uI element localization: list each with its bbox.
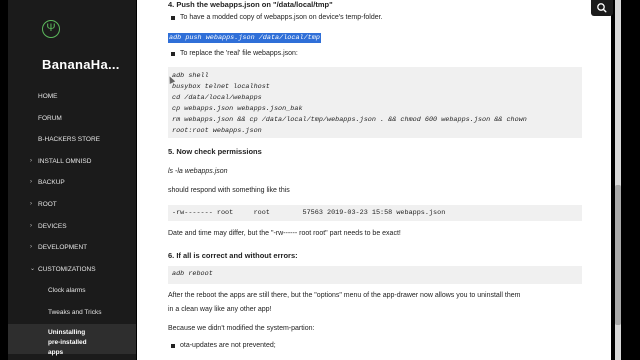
- chevron-right-icon: ›: [30, 244, 32, 251]
- step6-text-1: After the reboot the apps are still ther…: [168, 292, 521, 299]
- sidebar-item-label: FORUM: [38, 114, 62, 122]
- step5-heading: 5. Now check permissions: [168, 147, 262, 156]
- logo-icon[interactable]: Ψ: [42, 20, 60, 38]
- step5-command: ls -la webapps.json: [168, 168, 228, 175]
- chevron-right-icon: ›: [30, 200, 32, 207]
- site-brand[interactable]: BananaHa...: [42, 57, 120, 72]
- sidebar-item-label: DEVICES: [38, 222, 67, 230]
- sidebar-item-home[interactable]: HOME: [8, 86, 136, 108]
- sidebar-item-label: INSTALL OMNISD: [38, 157, 92, 165]
- article-content: 4. Push the webapps.json on "/data/local…: [137, 0, 611, 360]
- chevron-down-icon: ⌄: [30, 265, 36, 272]
- code-block-ls[interactable]: -rw------- root root 57563 2019-03-23 15…: [168, 205, 582, 221]
- step4-bullet-1: To have a modded copy of webapps.json on…: [171, 14, 383, 21]
- sidebar-subitem-uninstalling-active[interactable]: Uninstalling pre-installed apps: [8, 323, 136, 356]
- step5-note: Date and time may differ, but the "-rw--…: [168, 230, 401, 237]
- sidebar-item-label: B-HACKERS STORE: [38, 136, 101, 144]
- sidebar-item-label: CUSTOMIZATIONS: [38, 265, 96, 273]
- scrollbar-thumb[interactable]: [615, 185, 621, 325]
- bullet-text: To replace the 'real' file webapps.json:: [180, 50, 298, 57]
- step6-bullet-1: ota-updates are not prevented;: [171, 342, 276, 349]
- code-block-shell[interactable]: adb shell busybox telnet localhost cd /d…: [168, 67, 582, 138]
- chevron-right-icon: ›: [30, 157, 32, 164]
- bullet-text: ota-updates are not prevented;: [180, 342, 276, 349]
- sidebar-item-label: BACKUP: [38, 179, 65, 187]
- step6-text-3: Because we didn't modified the system-pa…: [168, 325, 315, 332]
- sidebar-subitem-tweaks[interactable]: Tweaks and Tricks: [8, 302, 136, 324]
- chevron-right-icon: ›: [30, 222, 32, 229]
- sidebar-item-development[interactable]: › DEVELOPMENT: [8, 237, 136, 259]
- step5-text: should respond with something like this: [168, 187, 290, 194]
- sidebar-item-forum[interactable]: FORUM: [8, 108, 136, 130]
- step4-bullet-2: To replace the 'real' file webapps.json:: [171, 50, 298, 57]
- chevron-right-icon: ›: [30, 179, 32, 186]
- sidebar-item-install-omnisd[interactable]: › INSTALL OMNISD: [8, 151, 136, 173]
- sidebar-subitem-clock-alarms[interactable]: Clock alarms: [8, 280, 136, 302]
- sidebar-item-customizations[interactable]: ⌄ CUSTOMIZATIONS: [8, 259, 136, 281]
- selected-command[interactable]: adb push webapps.json /data/local/tmp: [168, 33, 321, 43]
- code-text: -rw------- root root 57563 2019-03-23 15…: [172, 209, 446, 217]
- sidebar-item-label: HOME: [38, 93, 58, 100]
- sidebar-item-store[interactable]: B-HACKERS STORE: [8, 129, 136, 151]
- sidebar: Ψ BananaHa... HOME FORUM B-HACKERS STORE…: [8, 0, 136, 360]
- search-icon: [597, 3, 607, 13]
- sidebar-nav: HOME FORUM B-HACKERS STORE › INSTALL OMN…: [8, 86, 136, 356]
- sidebar-item-backup[interactable]: › BACKUP: [8, 172, 136, 194]
- bullet-text: To have a modded copy of webapps.json on…: [180, 14, 383, 21]
- sidebar-item-root[interactable]: › ROOT: [8, 194, 136, 216]
- sidebar-item-label: ROOT: [38, 200, 57, 208]
- step6-heading: 6. If all is correct and without errors:: [168, 251, 298, 260]
- search-button[interactable]: [591, 0, 613, 16]
- step6-text-2: in a clean way like any other app!: [168, 306, 272, 313]
- code-text: adb shell busybox telnet localhost cd /d…: [172, 72, 527, 135]
- sidebar-item-devices[interactable]: › DEVICES: [8, 216, 136, 238]
- code-text: adb reboot: [172, 270, 213, 278]
- sidebar-item-label: DEVELOPMENT: [38, 244, 88, 252]
- step4-heading: 4. Push the webapps.json on "/data/local…: [168, 0, 333, 9]
- code-block-reboot[interactable]: adb reboot: [168, 266, 582, 284]
